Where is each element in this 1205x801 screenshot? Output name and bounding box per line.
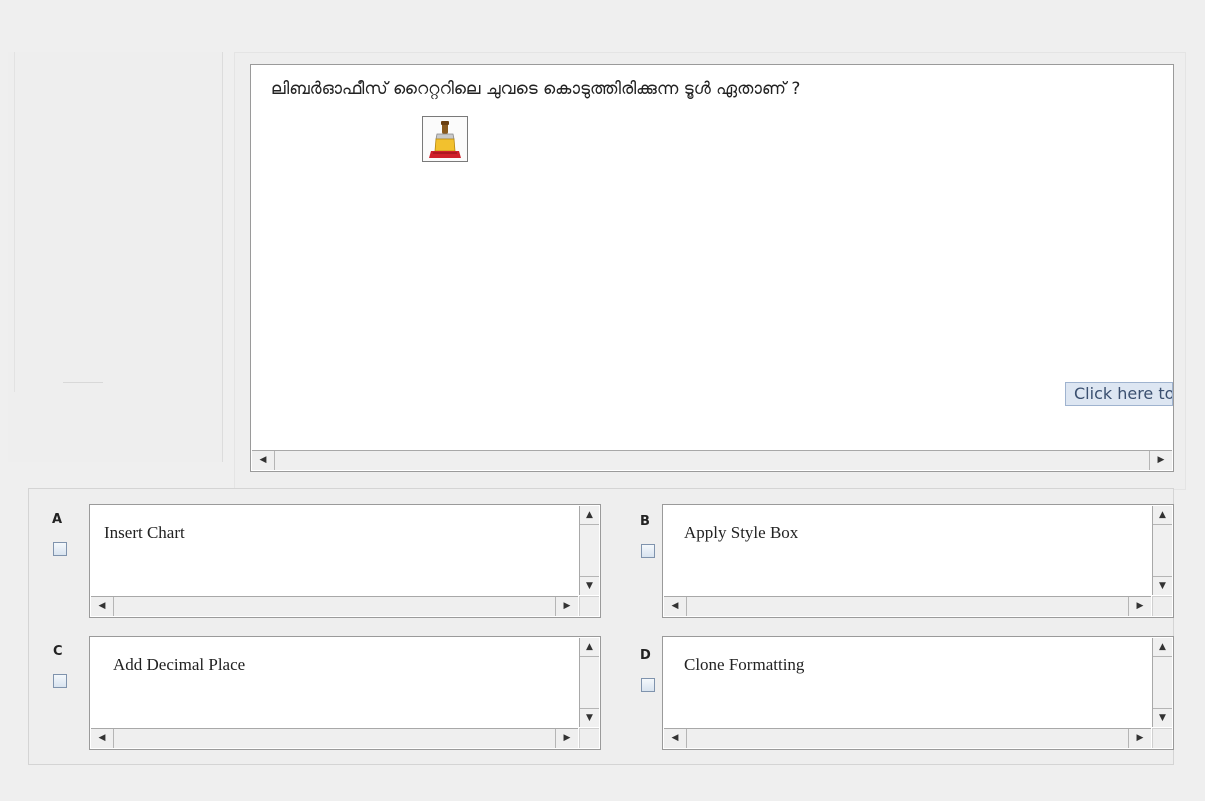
scroll-up-icon[interactable]: ▲ [1153,638,1172,657]
option-d-checkbox[interactable] [641,678,655,692]
vertical-scrollbar[interactable]: ▲ ▼ [579,638,599,727]
option-a-letter: A [52,512,63,527]
scroll-track[interactable] [113,729,556,748]
option-a-box[interactable]: Insert Chart ▲ ▼ ◀ ▶ [89,504,601,618]
option-c-letter: C [53,644,63,659]
scroll-down-icon[interactable]: ▼ [1153,708,1172,727]
hint-tooltip[interactable]: Click here to [1065,382,1173,406]
scroll-right-icon[interactable]: ▶ [1130,597,1150,615]
scroll-right-icon[interactable]: ▶ [1130,729,1150,747]
scroll-corner [579,596,599,616]
scroll-left-icon[interactable]: ◀ [253,451,273,469]
scroll-right-icon[interactable]: ▶ [557,597,577,615]
panel-divider [8,52,15,392]
horizontal-scrollbar[interactable]: ◀ ▶ [252,450,1172,470]
scroll-right-icon[interactable]: ▶ [557,729,577,747]
option-b-checkbox[interactable] [641,544,655,558]
horizontal-scrollbar[interactable]: ◀ ▶ [664,728,1151,748]
option-c-checkbox[interactable] [53,674,67,688]
paintbrush-icon [422,116,468,162]
horizontal-scrollbar[interactable]: ◀ ▶ [664,596,1151,616]
scroll-corner [579,728,599,748]
left-panel [8,52,223,462]
option-d-letter: D [640,648,651,663]
question-text-area[interactable]: ലിബർഓഫീസ് റൈറ്ററിലെ ചുവടെ കൊടുത്തിരിക്കു… [250,64,1174,472]
option-b-text: Apply Style Box [684,523,799,542]
scroll-corner [1152,728,1172,748]
vertical-scrollbar[interactable]: ▲ ▼ [1152,638,1172,727]
scroll-down-icon[interactable]: ▼ [580,708,599,727]
scroll-left-icon[interactable]: ◀ [92,597,112,615]
question-text: ലിബർഓഫീസ് റൈറ്ററിലെ ചുവടെ കൊടുത്തിരിക്കു… [271,79,801,99]
scroll-track[interactable] [274,451,1150,470]
scroll-track[interactable] [686,597,1129,616]
scroll-down-icon[interactable]: ▼ [1153,576,1172,595]
vertical-scrollbar[interactable]: ▲ ▼ [1152,506,1172,595]
vertical-scrollbar[interactable]: ▲ ▼ [579,506,599,595]
panel-divider [63,382,103,383]
option-a-text: Insert Chart [104,523,185,542]
scroll-up-icon[interactable]: ▲ [580,638,599,657]
scroll-track[interactable] [113,597,556,616]
option-d-text: Clone Formatting [684,655,805,674]
option-c-box[interactable]: Add Decimal Place ▲ ▼ ◀ ▶ [89,636,601,750]
option-b-letter: B [640,514,650,529]
horizontal-scrollbar[interactable]: ◀ ▶ [91,728,578,748]
scroll-right-icon[interactable]: ▶ [1151,451,1171,469]
scroll-track[interactable] [686,729,1129,748]
scroll-left-icon[interactable]: ◀ [665,597,685,615]
option-c-text: Add Decimal Place [113,655,246,674]
scroll-down-icon[interactable]: ▼ [580,576,599,595]
option-d-box[interactable]: Clone Formatting ▲ ▼ ◀ ▶ [662,636,1174,750]
scroll-corner [1152,596,1172,616]
scroll-up-icon[interactable]: ▲ [580,506,599,525]
scroll-left-icon[interactable]: ◀ [92,729,112,747]
scroll-left-icon[interactable]: ◀ [665,729,685,747]
option-b-box[interactable]: Apply Style Box ▲ ▼ ◀ ▶ [662,504,1174,618]
horizontal-scrollbar[interactable]: ◀ ▶ [91,596,578,616]
option-a-checkbox[interactable] [53,542,67,556]
scroll-up-icon[interactable]: ▲ [1153,506,1172,525]
